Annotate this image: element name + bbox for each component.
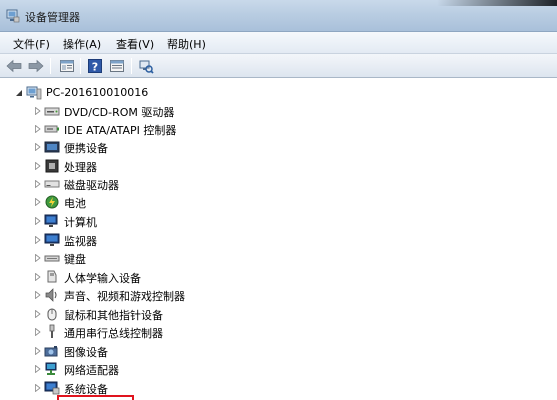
tree-item-label: 通用串行总线控制器 <box>64 327 163 340</box>
expand-arrow-icon[interactable] <box>33 272 42 281</box>
toolbar-separator <box>131 58 132 74</box>
expand-arrow-icon[interactable] <box>33 235 42 244</box>
expand-arrow-icon[interactable] <box>33 106 42 115</box>
tree-item-dvd[interactable]: DVD/CD-ROM 驱动器 <box>0 102 540 120</box>
device-view-icon <box>110 60 124 72</box>
tree-item-battery[interactable]: 电池 <box>0 193 540 211</box>
device-manager-window: 设备管理器 文件(F) 操作(A) 查看(V) 帮助(H) ? PC-20161… <box>0 0 557 400</box>
menu-file[interactable]: 文件(F) <box>13 36 50 52</box>
expand-arrow-icon[interactable] <box>33 179 42 188</box>
tree-item-imaging[interactable]: 图像设备 <box>0 342 540 360</box>
tree-item-computer[interactable]: 计算机 <box>0 212 540 230</box>
toolbar-separator <box>80 58 81 74</box>
computer-icon <box>44 214 58 227</box>
menu-help[interactable]: 帮助(H) <box>167 36 206 52</box>
tree-item-label: 图像设备 <box>64 346 108 359</box>
svg-text:?: ? <box>92 61 98 74</box>
tree-item-sound[interactable]: 声音、视频和游戏控制器 <box>0 286 540 304</box>
tree-root-row[interactable]: PC-201610010016 <box>0 84 540 102</box>
tree-item-label: IDE ATA/ATAPI 控制器 <box>64 124 177 137</box>
back-arrow-icon <box>6 59 22 73</box>
tree-item-label: 声音、视频和游戏控制器 <box>64 290 185 303</box>
title-bar[interactable]: 设备管理器 <box>0 0 557 32</box>
tree-item-network[interactable]: 网络适配器 <box>0 360 540 378</box>
back-button[interactable] <box>5 57 23 75</box>
tree-item-mouse[interactable]: 鼠标和其他指针设备 <box>0 305 540 323</box>
tree-item-label: 处理器 <box>64 161 97 174</box>
expand-arrow-icon[interactable] <box>33 346 42 355</box>
battery-icon <box>45 195 59 209</box>
help-button[interactable]: ? <box>86 57 104 75</box>
tree-root-label: PC-201610010016 <box>46 86 149 99</box>
dvd-drive-icon <box>44 107 60 116</box>
menu-action[interactable]: 操作(A) <box>63 36 101 52</box>
tree-item-processor[interactable]: 处理器 <box>0 157 540 175</box>
window-title: 设备管理器 <box>25 11 80 24</box>
expand-arrow-icon[interactable] <box>33 290 42 299</box>
device-view-button[interactable] <box>108 57 126 75</box>
system-device-icon <box>44 381 60 395</box>
tree-item-label: 电池 <box>64 197 86 210</box>
keyboard-icon <box>44 255 60 262</box>
expand-arrow-icon[interactable] <box>33 309 42 318</box>
disk-drive-icon <box>44 180 60 188</box>
toolbar-separator <box>50 58 51 74</box>
menu-bar: 文件(F) 操作(A) 查看(V) 帮助(H) <box>0 32 557 54</box>
forward-arrow-icon <box>28 59 44 73</box>
expand-arrow-icon[interactable] <box>33 124 42 133</box>
tree-item-portable[interactable]: 便携设备 <box>0 138 540 156</box>
sound-icon <box>45 288 57 302</box>
tree-item-ide[interactable]: IDE ATA/ATAPI 控制器 <box>0 120 540 138</box>
tree-item-label: 便携设备 <box>64 142 108 155</box>
menu-view[interactable]: 查看(V) <box>116 36 154 52</box>
expand-arrow-icon[interactable] <box>33 327 42 336</box>
forward-button[interactable] <box>27 57 45 75</box>
tree-item-label: 键盘 <box>64 253 86 266</box>
expand-arrow-icon[interactable] <box>33 253 42 262</box>
imaging-device-icon <box>44 346 58 357</box>
tree-item-disk[interactable]: 磁盘驱动器 <box>0 175 540 193</box>
tree-item-monitor[interactable]: 监视器 <box>0 231 540 249</box>
device-tree: PC-201610010016 DVD/CD-ROM 驱动器 IDE ATA/A… <box>0 78 557 400</box>
properties-button[interactable] <box>58 57 76 75</box>
tree-item-keyboard[interactable]: 键盘 <box>0 249 540 267</box>
tree-item-label: 磁盘驱动器 <box>64 179 119 192</box>
title-bar-shade <box>437 0 557 6</box>
expand-arrow-icon[interactable] <box>33 161 42 170</box>
properties-icon <box>60 60 74 72</box>
tree-item-label: 计算机 <box>64 216 97 229</box>
tree-item-label: 鼠标和其他指针设备 <box>64 309 163 322</box>
expand-arrow-icon[interactable] <box>33 216 42 225</box>
hid-icon <box>47 270 57 283</box>
monitor-icon <box>44 233 60 246</box>
usb-icon <box>49 324 55 338</box>
tree-item-hid[interactable]: 人体学输入设备 <box>0 268 540 286</box>
tree-item-label: 人体学输入设备 <box>64 272 141 285</box>
expand-arrow-icon[interactable] <box>33 142 42 151</box>
portable-device-icon <box>44 141 60 153</box>
processor-icon <box>45 159 59 173</box>
tree-item-usb[interactable]: 通用串行总线控制器 <box>0 323 540 341</box>
highlight-box <box>57 395 134 400</box>
help-icon: ? <box>88 59 102 74</box>
scan-hardware-button[interactable] <box>137 57 155 75</box>
device-manager-icon <box>6 9 20 23</box>
scan-hardware-icon <box>139 60 154 74</box>
tree-item-label: 监视器 <box>64 235 97 248</box>
ide-controller-icon <box>44 125 59 133</box>
tree-item-label: DVD/CD-ROM 驱动器 <box>64 106 175 119</box>
computer-icon <box>26 86 42 100</box>
mouse-icon <box>47 308 57 321</box>
toolbar: ? <box>0 54 557 78</box>
collapse-arrow-icon[interactable] <box>14 88 23 97</box>
expand-arrow-icon[interactable] <box>33 364 42 373</box>
tree-item-label: 网络适配器 <box>64 364 119 377</box>
network-adapter-icon <box>45 362 57 375</box>
expand-arrow-icon[interactable] <box>33 383 42 392</box>
expand-arrow-icon[interactable] <box>33 197 42 206</box>
